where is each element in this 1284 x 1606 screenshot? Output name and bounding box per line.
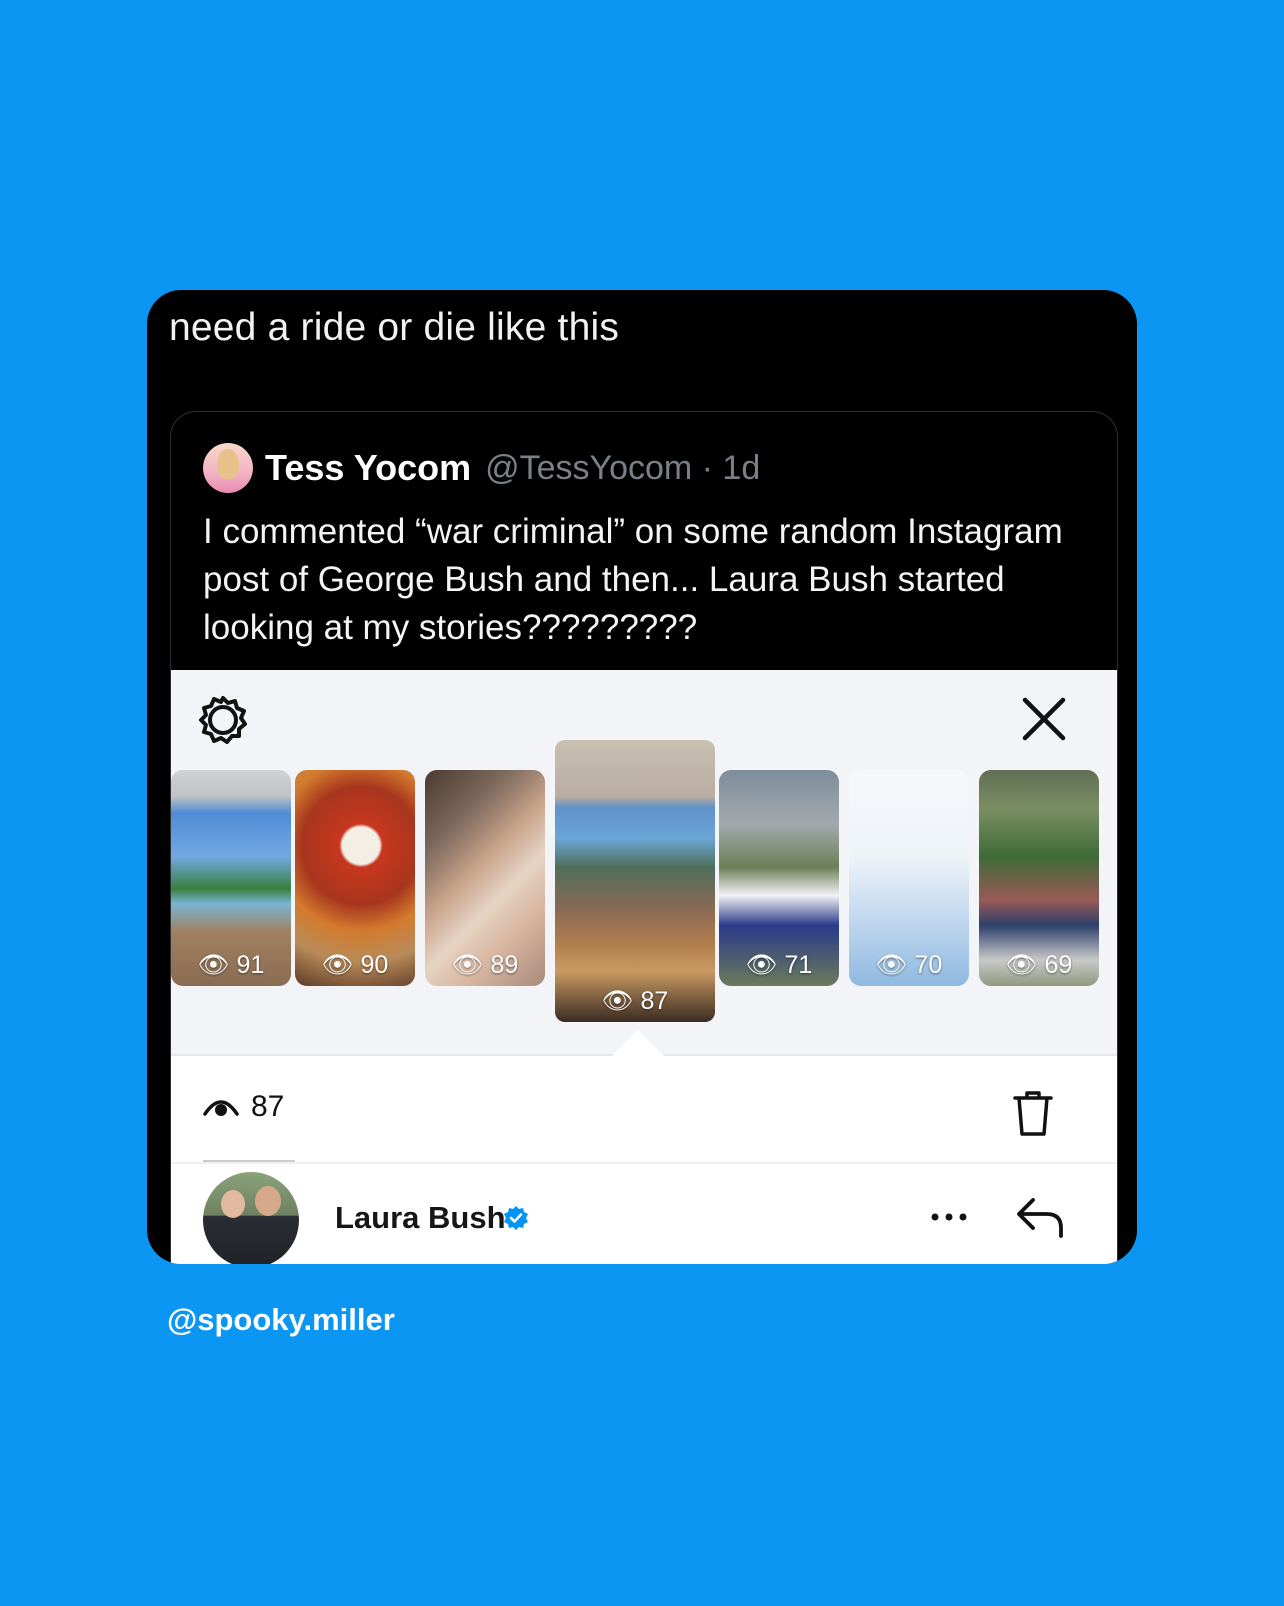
quoted-tweet-text: I commented “war criminal” on some rando…	[203, 512, 1063, 647]
quoted-tweet-header: Tess Yocom @TessYocom · 1d	[203, 442, 760, 494]
story-thumbnail[interactable]: 👁︎ 69	[979, 770, 1099, 986]
more-options-icon[interactable]	[927, 1202, 971, 1232]
views-summary: 87	[203, 1090, 284, 1124]
viewer-name[interactable]: Laura Bush	[335, 1200, 506, 1236]
story-view-count: 👁︎ 90	[321, 951, 389, 979]
eye-icon	[203, 1100, 239, 1116]
avatar[interactable]	[203, 1172, 299, 1264]
story-thumbnail[interactable]: 👁︎ 90	[295, 770, 415, 986]
quoted-author-name[interactable]: Tess Yocom	[265, 447, 471, 489]
story-view-count: 👁︎ 71	[745, 951, 813, 979]
story-thumbnail-selected[interactable]: 👁︎ 87	[555, 740, 715, 1022]
story-viewer-header: 👁︎ 91 👁︎ 90 👁︎ 89 👁︎ 87 👁︎ 71 👁︎ 70 👁︎ 6…	[171, 670, 1117, 1054]
story-thumbnail[interactable]: 👁︎ 71	[719, 770, 839, 986]
post-text: need a ride or die like this	[169, 306, 620, 349]
views-count: 87	[251, 1090, 285, 1123]
selection-pointer	[612, 1030, 664, 1056]
watermark: @spooky.miller	[167, 1302, 395, 1337]
story-thumbnail[interactable]: 👁︎ 91	[171, 770, 291, 986]
quoted-author-handle: @TessYocom · 1d	[485, 448, 761, 487]
reply-icon[interactable]	[1013, 1192, 1067, 1242]
story-view-count: 👁︎ 91	[197, 951, 265, 979]
story-view-count: 👁︎ 69	[1005, 951, 1073, 979]
story-view-count: 👁︎ 70	[875, 951, 943, 979]
post-card: need a ride or die like this Tess Yocom …	[147, 290, 1137, 1264]
gear-icon[interactable]	[197, 694, 249, 746]
trash-icon[interactable]	[1011, 1088, 1055, 1138]
story-thumbnail[interactable]: 👁︎ 89	[425, 770, 545, 986]
story-view-count: 👁︎ 87	[601, 987, 669, 1015]
verified-badge-icon	[504, 1206, 528, 1230]
story-view-count: 👁︎ 89	[451, 951, 519, 979]
avatar[interactable]	[203, 443, 253, 493]
story-thumbnail[interactable]: 👁︎ 70	[849, 770, 969, 986]
quoted-tweet[interactable]: Tess Yocom @TessYocom · 1d I commented “…	[170, 411, 1118, 1264]
close-icon[interactable]	[1017, 692, 1071, 746]
divider	[171, 1162, 1117, 1164]
instagram-story-screenshot: 👁︎ 91 👁︎ 90 👁︎ 89 👁︎ 87 👁︎ 71 👁︎ 70 👁︎ 6…	[171, 670, 1117, 1264]
viewer-row[interactable]: Laura Bush	[203, 1172, 1083, 1264]
story-viewers-panel: 87 Laura Bush	[171, 1030, 1117, 1264]
